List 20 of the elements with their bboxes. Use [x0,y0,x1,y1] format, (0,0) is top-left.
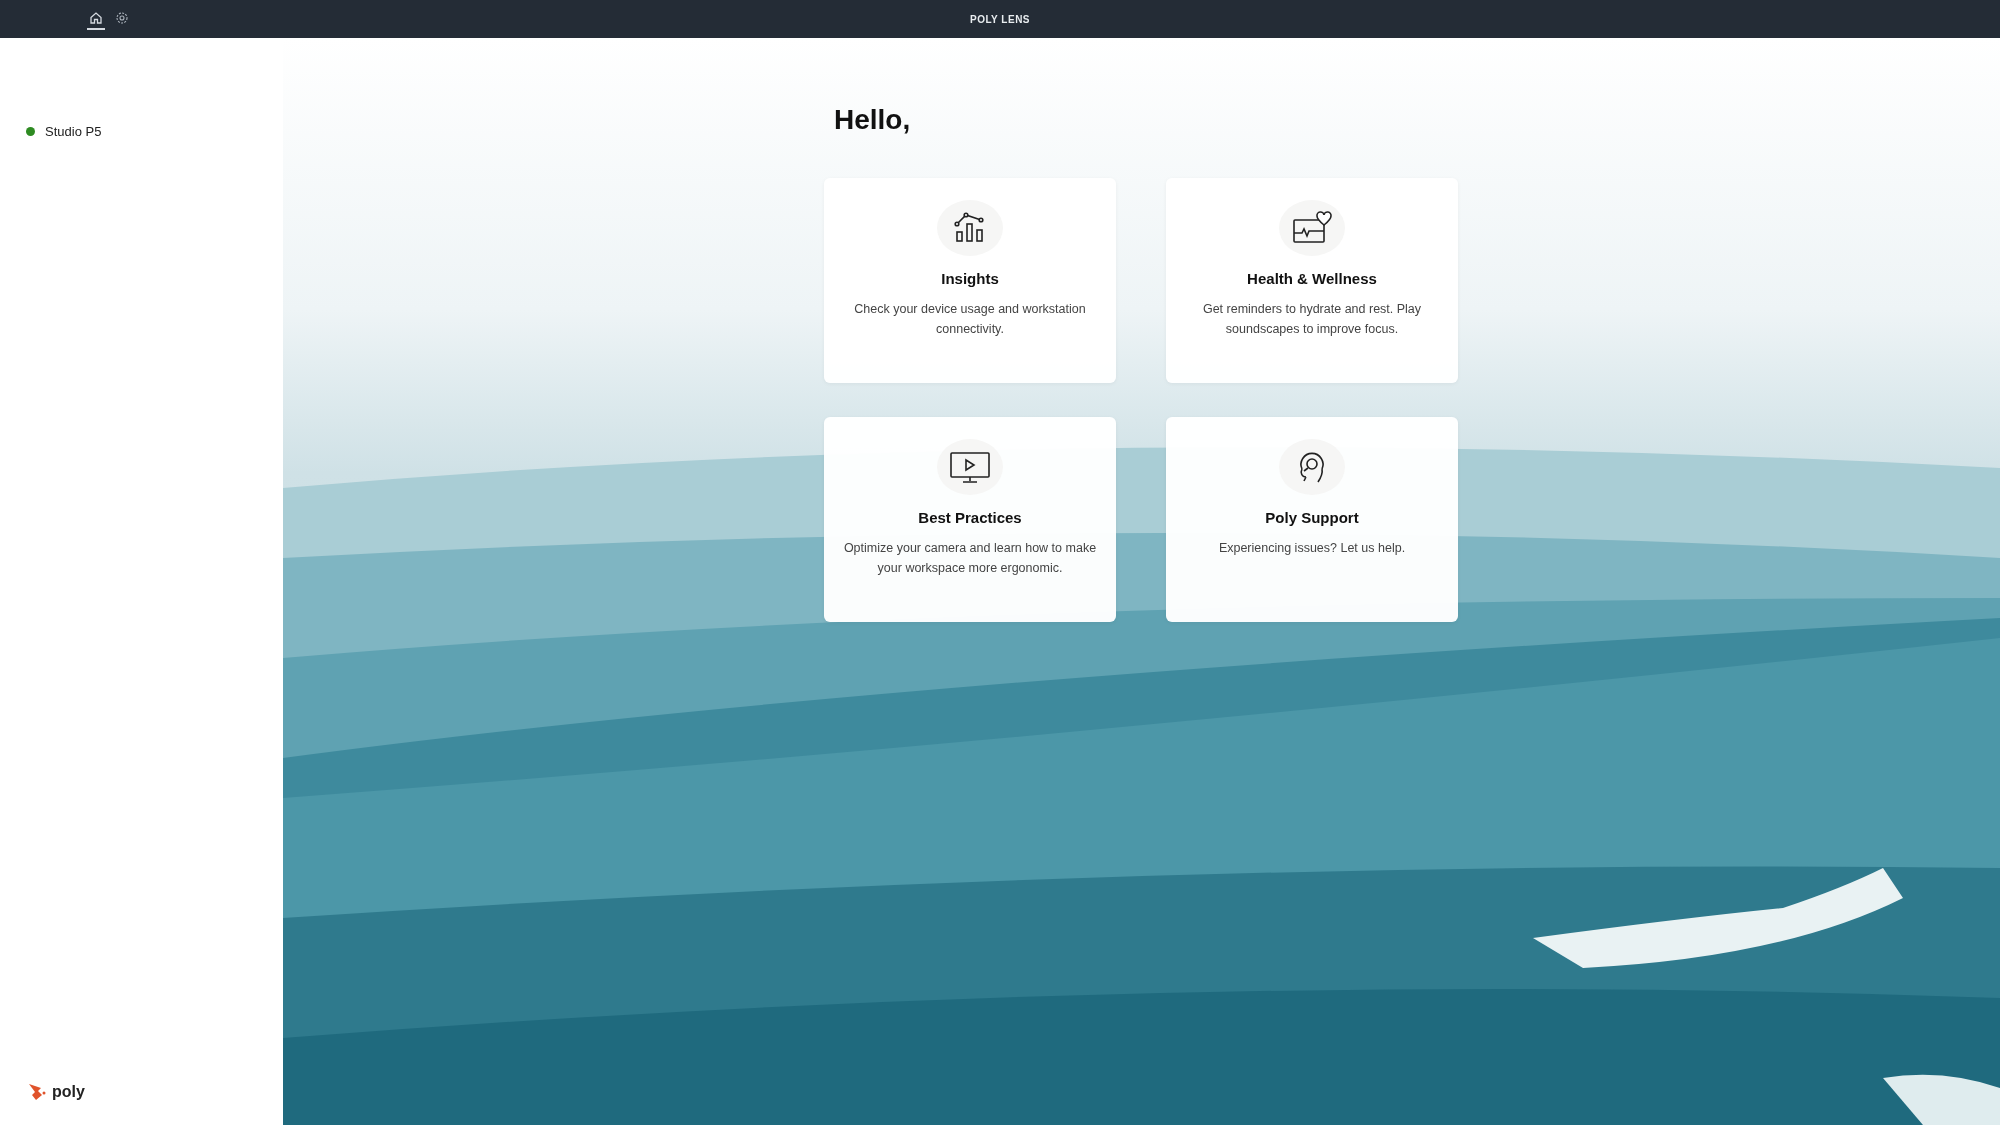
app-title: POLY LENS [969,13,1031,25]
card-title: Best Practices [918,509,1022,526]
card-title: Insights [941,270,999,287]
brand-name: poly [52,1083,85,1101]
card-description: Check your device usage and workstation connectivity. [853,301,1087,338]
logo-icon [26,1081,48,1103]
feature-card[interactable]: Poly Support Experiencing issues? Let us help. [1166,417,1458,622]
card-title: Health & Wellness [1247,270,1377,287]
monitor-play-icon [949,449,991,485]
greeting: Hello, [834,104,912,136]
settings-icon [115,11,129,25]
feature-card[interactable]: Best Practices Optimize your camera and learn how to make your workspace more ergonomic. [824,417,1116,622]
feature-card[interactable]: Insights Check your device usage and workstation connectivity. [824,178,1116,383]
card-description: Get reminders to hydrate and rest. Play soundscapes to improve focus. [1201,301,1423,338]
card-description: Experiencing issues? Let us help. [1218,540,1406,557]
home-icon [89,11,103,25]
card-description: Optimize your camera and learn how to make your workspace more ergonomic. [842,540,1098,577]
feature-card[interactable]: Health & Wellness Get reminders to hydrate and rest. Play soundscapes to improve focus. [1166,178,1458,383]
card-title: Poly Support [1265,509,1359,526]
device-name[interactable]: Studio P5 [45,124,102,139]
